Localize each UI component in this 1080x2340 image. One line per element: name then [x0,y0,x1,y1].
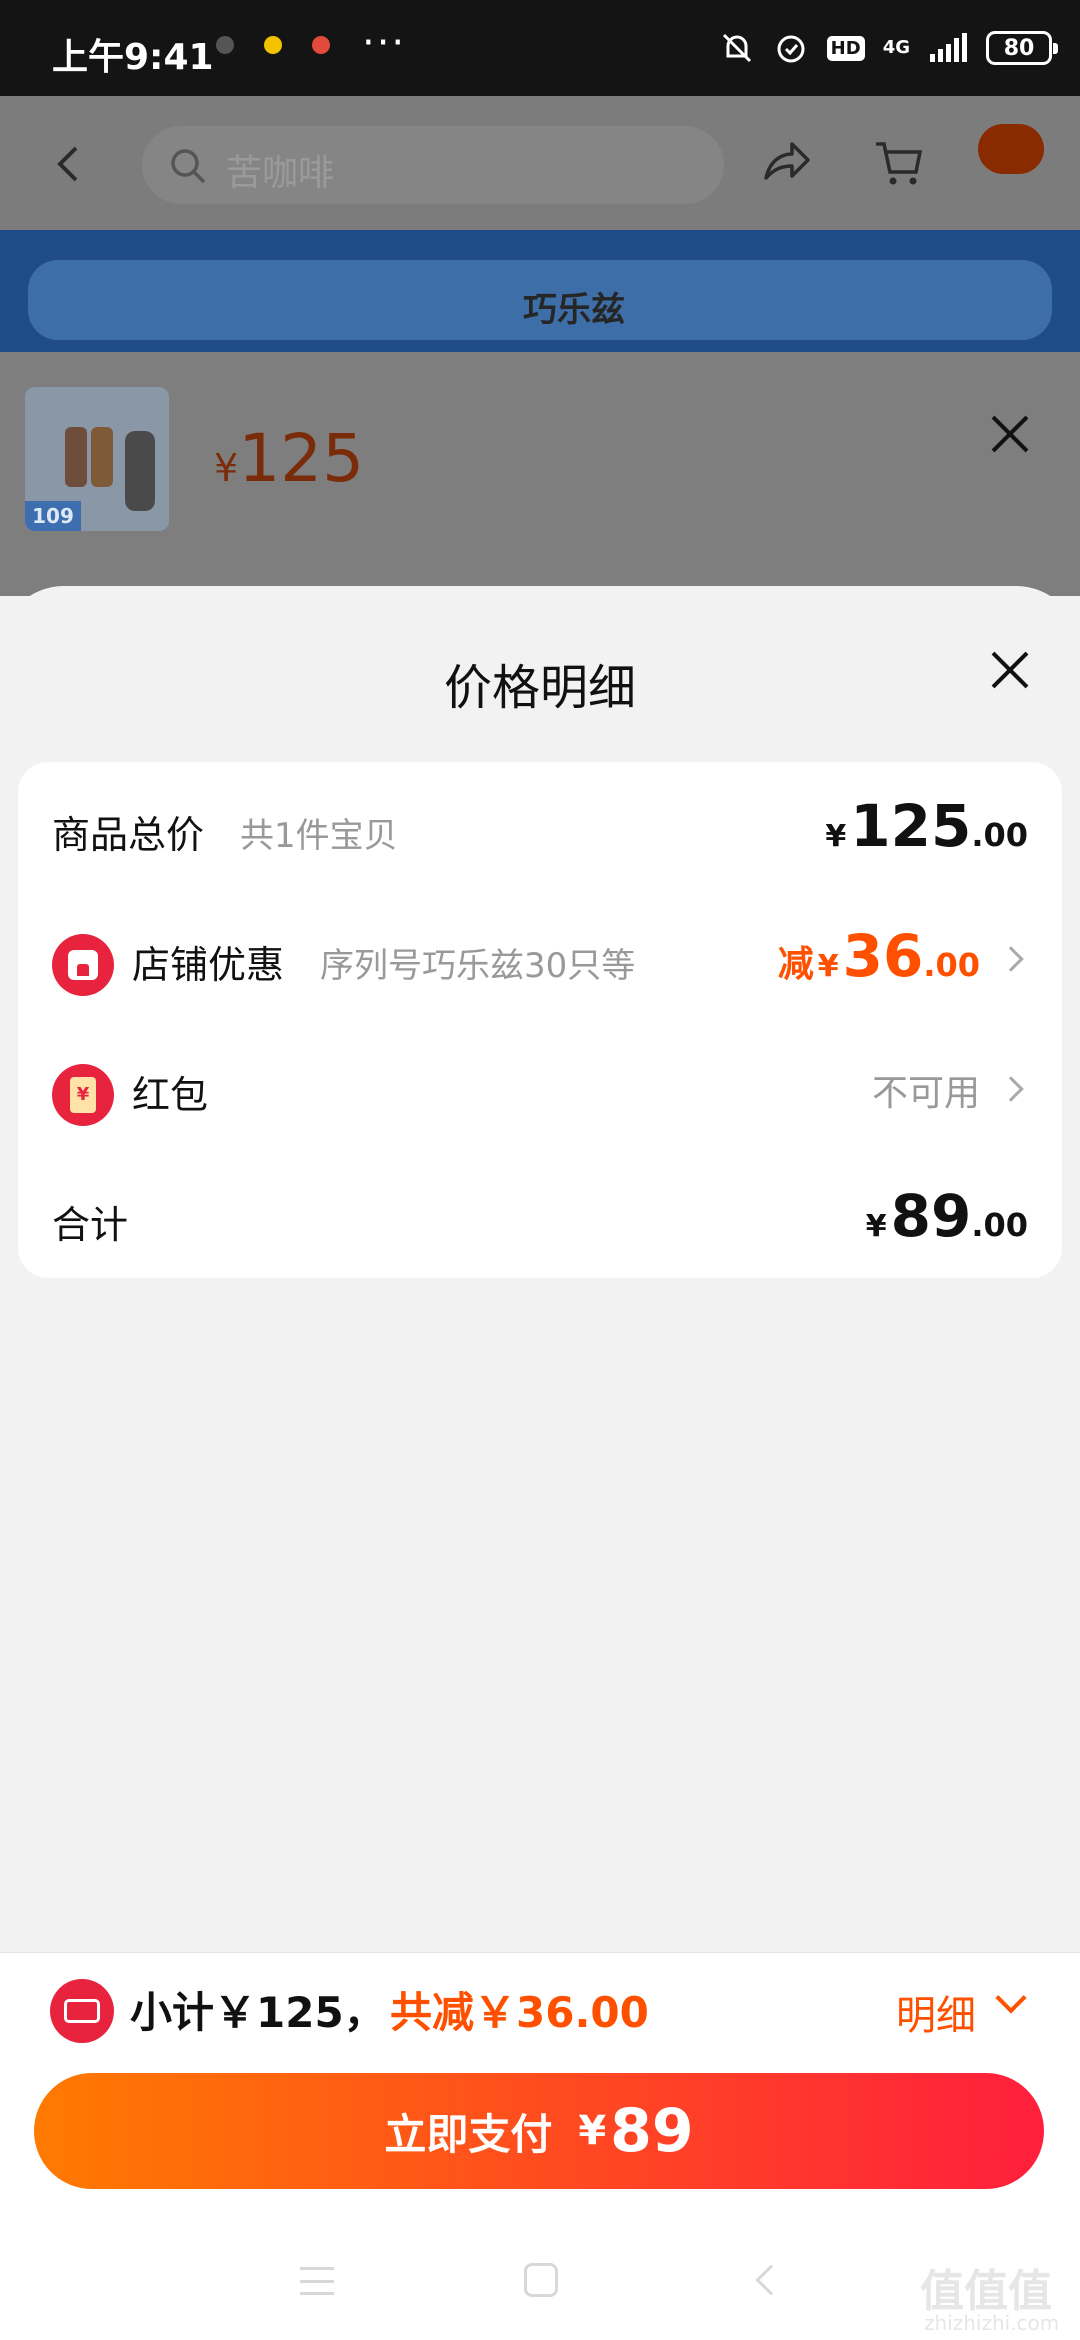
row-label: 店铺优惠 [132,943,285,987]
search-icon [171,149,206,184]
thumbnail-price-tag: 109 [25,501,81,531]
product-summary: 109 ¥125 [0,352,1080,596]
system-nav-bar: 值值值 zhizhizhi.com [0,2249,1080,2335]
price-breakdown-card: 商品总价 共1件宝贝 ¥125.00 店铺优惠 序列号巧乐兹30只等 减 ¥36.… [18,762,1062,1278]
row-sublabel: 序列号巧乐兹30只等 [320,946,636,986]
battery-icon: 80 [986,31,1058,65]
battery-level: 80 [1003,35,1035,61]
product-thumbnail: 109 [25,387,169,531]
recent-apps-icon[interactable] [300,2267,334,2295]
watermark: 值值值 [920,2266,1052,2317]
row-amount: 减 ¥36.00 [777,922,980,990]
chevron-right-icon [998,946,1024,972]
notification-icon [264,36,282,54]
coupon-icon [50,1979,114,2043]
chevron-right-icon [998,1076,1024,1102]
product-price: ¥125 [214,420,365,497]
row-label: 商品总价 [52,813,205,857]
search-input[interactable]: 苦咖啡 [142,126,724,204]
row-label: 合计 [52,1203,129,1247]
detail-toggle[interactable]: 明细 [896,1983,976,2041]
discount-total-text: 共减￥36.00 [390,1988,649,2037]
red-packet-status: 不可用 [871,1073,980,1114]
background-page: 苦咖啡 巧乐兹 109 ¥125 [0,96,1080,596]
network-label: 4G [882,37,910,58]
status-icons: HD 4G 80 [719,26,1058,70]
back-icon[interactable] [755,2264,787,2296]
chevron-down-icon[interactable] [995,1982,1027,2014]
status-time: 上午9:41 [52,37,214,78]
row-sublabel: 共1件宝贝 [240,816,398,856]
top-nav-bar: 苦咖啡 [0,96,1080,230]
pay-now-button[interactable]: 立即支付 ¥ 89 [34,2073,1044,2189]
sheet-title: 价格明细 [443,660,636,716]
row-sum: 合计 ¥89.00 [18,1152,1062,1282]
alarm-icon [777,35,805,63]
message-icon[interactable] [978,124,1044,174]
row-amount: ¥125.00 [825,792,1028,860]
home-icon[interactable] [524,2263,558,2297]
search-placeholder: 苦咖啡 [226,153,335,194]
close-icon[interactable] [990,414,1030,454]
shop-icon [52,934,114,996]
brand-logo: 巧乐兹 [523,290,625,330]
pay-amount: 89 [610,2096,694,2166]
row-red-packet[interactable]: ¥ 红包 不可用 [18,1022,1062,1152]
row-label: 红包 [132,1073,209,1117]
status-bar: 上午9:41 ··· HD 4G 80 [0,0,1080,96]
watermark-url: zhizhizhi.com [924,2311,1060,2335]
notification-icon [216,36,234,54]
notification-icon [312,36,330,54]
back-arrow-icon[interactable] [54,144,84,184]
more-notifications-icon: ··· [362,20,407,66]
checkout-bar: 小计￥125， 共减￥36.00 明细 立即支付 ¥ 89 值值值 zhizhi… [0,1952,1080,2340]
row-shop-discount[interactable]: 店铺优惠 序列号巧乐兹30只等 减 ¥36.00 [18,892,1062,1022]
pay-button-label: 立即支付 [384,2109,553,2159]
store-banner: 巧乐兹 [0,230,1080,352]
red-packet-icon: ¥ [52,1064,114,1126]
mute-icon [722,33,751,63]
cart-icon[interactable] [874,138,924,188]
hd-badge: HD [826,35,865,61]
share-icon[interactable] [762,138,812,184]
row-amount: ¥89.00 [865,1182,1028,1250]
subtotal-text: 小计￥125， [130,1988,386,2037]
signal-icon [930,33,967,62]
close-sheet-icon[interactable] [990,650,1030,690]
row-total-price: 商品总价 共1件宝贝 ¥125.00 [18,762,1062,892]
